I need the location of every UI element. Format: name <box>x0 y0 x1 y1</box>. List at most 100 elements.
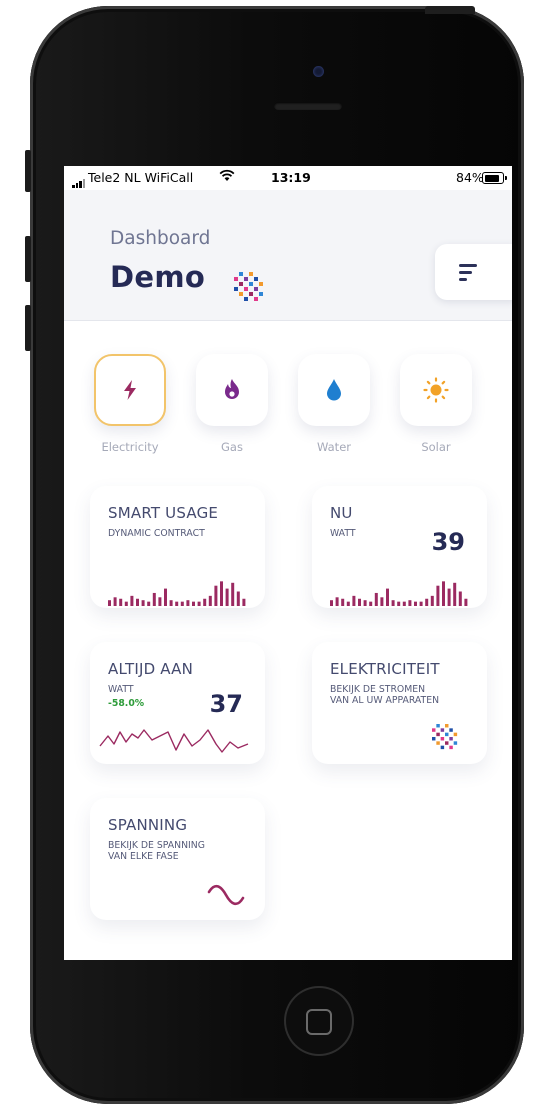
logo-tile <box>244 277 248 281</box>
lightning-icon <box>124 380 136 400</box>
usage-bar <box>180 601 184 606</box>
usage-bar <box>436 585 440 606</box>
status-bar: Tele2 NL WiFiCall 13:19 84% <box>64 166 512 190</box>
usage-bar <box>192 601 195 606</box>
app-header: Dashboard Demo <box>64 190 512 321</box>
usage-bar <box>330 600 333 606</box>
electricity-devices-card[interactable]: ELEKTRICITEIT BEKIJK DE STROMEN VAN AL U… <box>312 642 487 764</box>
usage-bar <box>203 598 207 606</box>
usage-bar <box>175 601 179 606</box>
logo-tile <box>254 287 258 291</box>
logo-tile <box>449 737 453 741</box>
usage-bar <box>358 598 361 606</box>
usage-bar <box>208 595 212 606</box>
card-title: SMART USAGE <box>108 504 219 522</box>
logo-tile <box>249 272 253 276</box>
home-square-icon <box>306 1009 332 1035</box>
card-title: ALTIJD AAN <box>108 660 194 678</box>
usage-bar <box>136 598 139 606</box>
category-electricity-button[interactable] <box>94 354 166 426</box>
logo-tile <box>445 724 449 728</box>
volume-down-button <box>25 305 31 351</box>
card-description-line: VAN AL UW APPARATEN <box>330 695 440 706</box>
usage-bar <box>425 598 429 606</box>
usage-bar <box>447 588 451 606</box>
usage-bar <box>397 601 401 606</box>
logo-tile <box>440 737 445 741</box>
category-water-button[interactable] <box>298 354 370 426</box>
voltage-card[interactable]: SPANNING BEKIJK DE SPANNING VAN ELKE FAS… <box>90 798 265 920</box>
usage-bar <box>169 600 173 606</box>
usage-bar <box>236 591 240 606</box>
header-subtitle: Dashboard <box>110 228 211 249</box>
home-button[interactable] <box>284 986 354 1056</box>
usage-bar <box>374 592 378 606</box>
logo-tile <box>254 297 258 301</box>
menu-button[interactable] <box>435 244 512 300</box>
logo-tile <box>244 297 248 301</box>
usage-bar <box>335 597 339 606</box>
usage-bar <box>225 588 229 606</box>
flame-icon <box>225 379 239 399</box>
category-electricity-label: Electricity <box>101 440 159 454</box>
current-usage-card[interactable]: NU WATT 39 <box>312 486 487 608</box>
app-screen: Tele2 NL WiFiCall 13:19 84% Dashboard De… <box>64 166 512 960</box>
smart-usage-card[interactable]: SMART USAGE DYNAMIC CONTRACT <box>90 486 265 608</box>
logo-tile <box>436 732 440 737</box>
power-button <box>425 6 475 14</box>
logo-tile <box>432 728 436 732</box>
card-title: NU <box>330 504 353 522</box>
wifi-icon <box>219 169 235 185</box>
usage-bar <box>231 582 235 606</box>
usage-bar <box>130 595 134 606</box>
category-gas-button[interactable] <box>196 354 268 426</box>
logo-tile <box>449 745 453 750</box>
logo-tile <box>254 277 258 281</box>
usage-bar <box>402 601 406 606</box>
usage-bar <box>119 598 123 606</box>
water-drop-icon <box>327 379 341 401</box>
always-on-card[interactable]: ALTIJD AAN WATT -58.0% 37 <box>90 642 265 764</box>
usage-bar <box>346 601 350 606</box>
current-watt-value: 39 <box>431 528 465 556</box>
card-description: BEKIJK DE STROMEN VAN AL UW APPARATEN <box>330 684 439 706</box>
usage-bar <box>430 595 434 606</box>
logo-tile <box>436 741 440 745</box>
logo-tile <box>445 741 449 745</box>
usage-bar <box>414 601 417 606</box>
usage-bars-icon <box>330 581 468 606</box>
always-on-watt-value: 37 <box>209 690 243 718</box>
logo-tile <box>445 732 449 737</box>
usage-bar <box>341 598 345 606</box>
usage-bar <box>369 601 373 606</box>
usage-bar <box>458 591 462 606</box>
card-description-line: VAN ELKE FASE <box>108 851 179 862</box>
category-solar-button[interactable] <box>400 354 472 426</box>
usage-bar <box>141 600 145 606</box>
usage-bar <box>108 600 111 606</box>
trend-line-icon <box>99 729 249 753</box>
usage-bar <box>352 595 356 606</box>
card-description-line: BEKIJK DE SPANNING <box>108 840 205 851</box>
usage-bar <box>386 588 389 606</box>
menu-icon <box>459 264 477 285</box>
mute-switch <box>25 150 31 192</box>
usage-bars-icon <box>108 581 246 606</box>
logo-tile <box>432 737 436 741</box>
battery-icon <box>482 172 507 184</box>
logo-tile <box>453 732 458 737</box>
usage-bar <box>408 600 412 606</box>
clock-time: 13:19 <box>271 170 311 185</box>
carrier-label: Tele2 NL WiFiCall <box>88 170 194 185</box>
logo-tile <box>259 292 263 296</box>
card-unit: WATT <box>108 684 134 695</box>
logo-tile <box>234 277 238 281</box>
logo-tile <box>239 282 243 286</box>
card-unit: WATT <box>330 528 356 539</box>
card-title: SPANNING <box>108 816 188 834</box>
usage-bar <box>464 598 468 606</box>
usage-bar <box>186 600 190 606</box>
card-description: BEKIJK DE SPANNING VAN ELKE FASE <box>108 840 205 862</box>
brand-logo-icon <box>432 724 458 750</box>
category-gas-label: Gas <box>221 440 243 454</box>
